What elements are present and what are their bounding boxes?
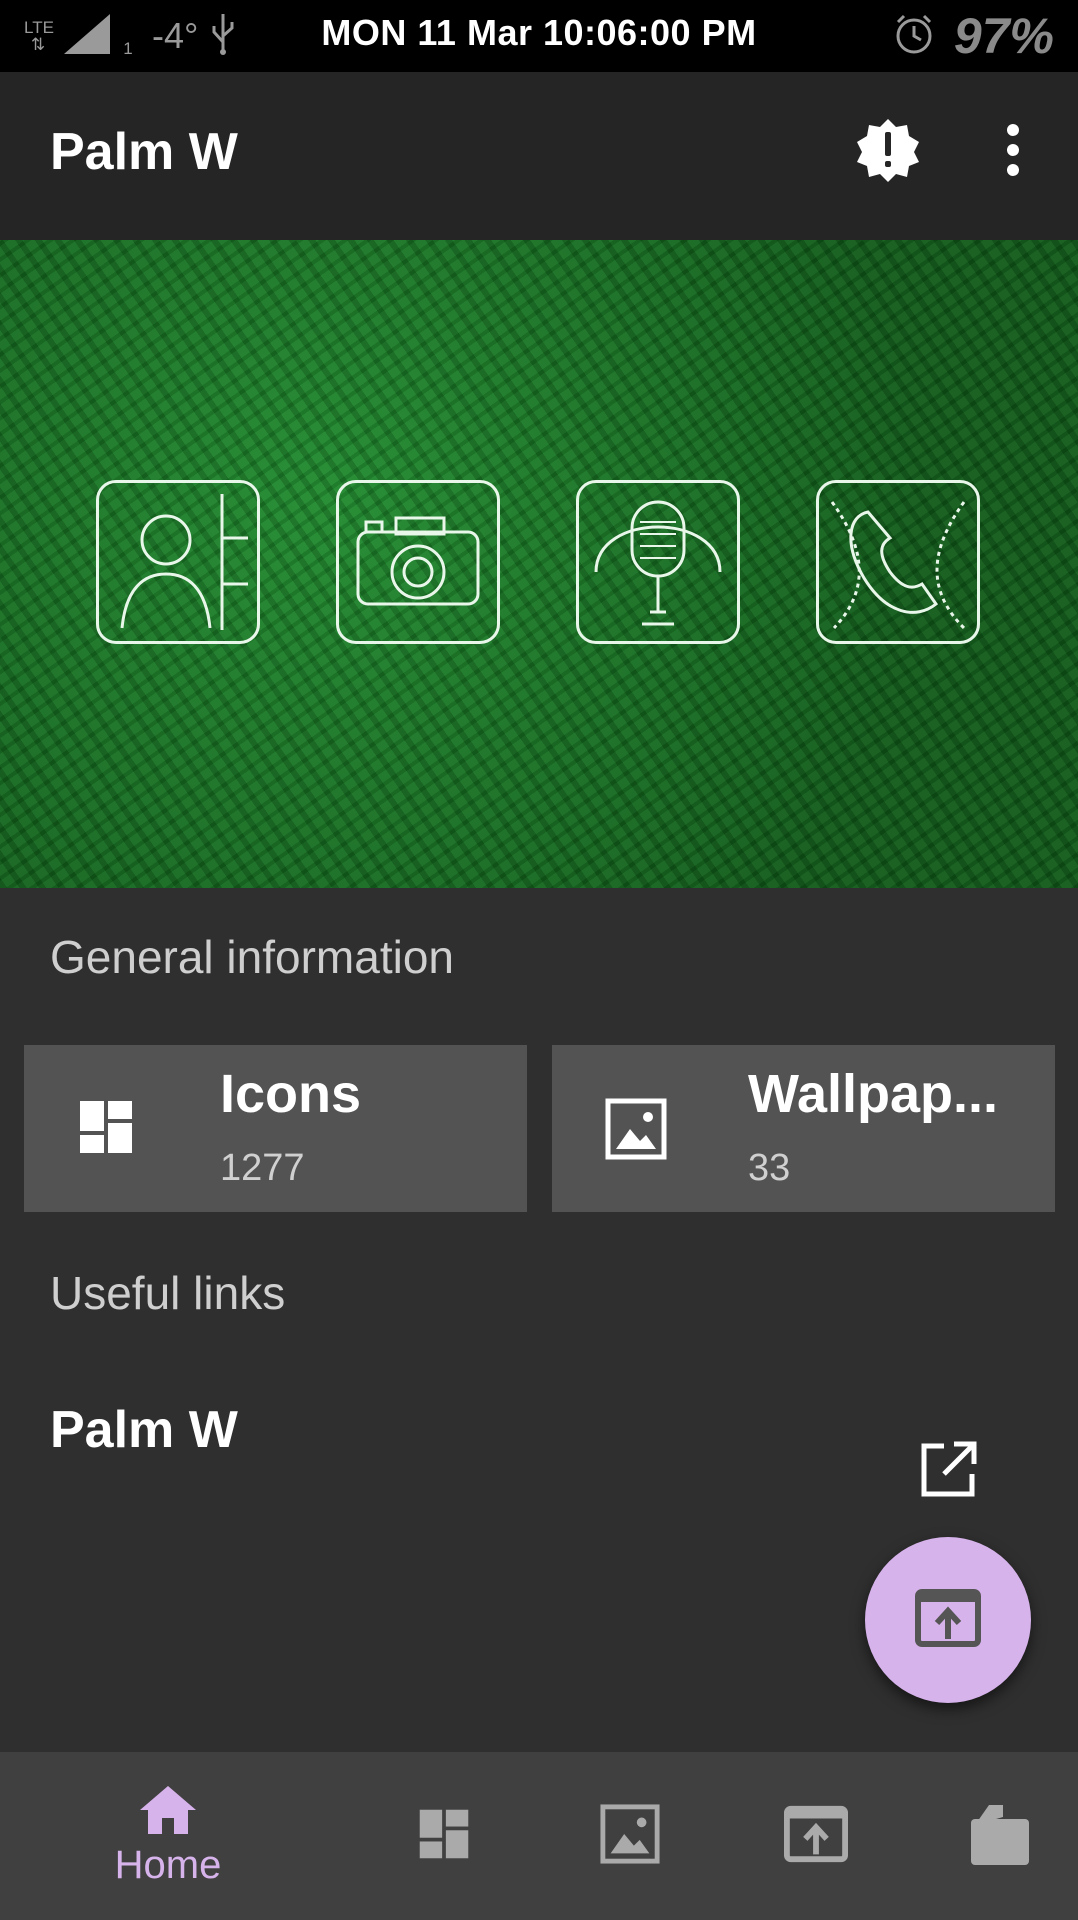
alert-badge-icon <box>854 116 922 189</box>
wallpapers-card-count: 33 <box>748 1147 791 1189</box>
overflow-menu-button[interactable] <box>973 112 1053 192</box>
home-icon <box>138 1784 198 1841</box>
wallpapers-card-label: Wallpap... <box>748 1064 999 1124</box>
nav-dashboard[interactable] <box>404 1752 484 1920</box>
icons-card[interactable]: Icons 1277 <box>24 1045 527 1212</box>
dashboard-icon <box>76 1097 140 1161</box>
app-bar: Palm W <box>0 72 1078 240</box>
bottom-navigation: Home <box>0 1752 1078 1920</box>
status-right: 97% <box>892 6 1054 66</box>
icons-card-count: 1277 <box>220 1147 305 1189</box>
camera-icon <box>336 480 500 644</box>
wallpapers-card[interactable]: Wallpap... 33 <box>552 1045 1055 1212</box>
useful-links-heading: Useful links <box>50 1267 286 1319</box>
dashboard-icon <box>416 1806 472 1867</box>
phone-icon <box>816 480 980 644</box>
general-information-heading: General information <box>50 931 454 983</box>
changelog-button[interactable] <box>848 112 928 192</box>
nav-requests[interactable] <box>960 1752 1040 1920</box>
open-in-new-icon[interactable] <box>918 1440 978 1500</box>
request-icon <box>969 1801 1031 1872</box>
nav-home-label: Home <box>114 1843 222 1887</box>
app-title: Palm W <box>50 123 238 181</box>
header-banner <box>0 240 1078 888</box>
status-bar: LTE ⇅ 1 -4° MON 11 Mar 10:06:00 PM 97% <box>0 0 1078 72</box>
link-item-title: Palm W <box>50 1401 238 1459</box>
battery-level: 97% <box>953 8 1054 64</box>
icons-card-label: Icons <box>220 1064 362 1124</box>
contacts-icon <box>96 480 260 644</box>
apply-fab-button[interactable] <box>865 1537 1031 1703</box>
apply-icon <box>915 1588 981 1652</box>
nav-apply[interactable] <box>776 1752 856 1920</box>
microphone-icon <box>576 480 740 644</box>
more-vert-icon <box>1003 122 1023 183</box>
nav-wallpapers[interactable] <box>590 1752 670 1920</box>
wallpaper-icon <box>604 1097 668 1161</box>
nav-home[interactable]: Home <box>88 1752 248 1920</box>
alarm-icon <box>892 12 936 61</box>
wallpaper-icon <box>599 1803 661 1870</box>
apply-icon <box>784 1805 848 1868</box>
